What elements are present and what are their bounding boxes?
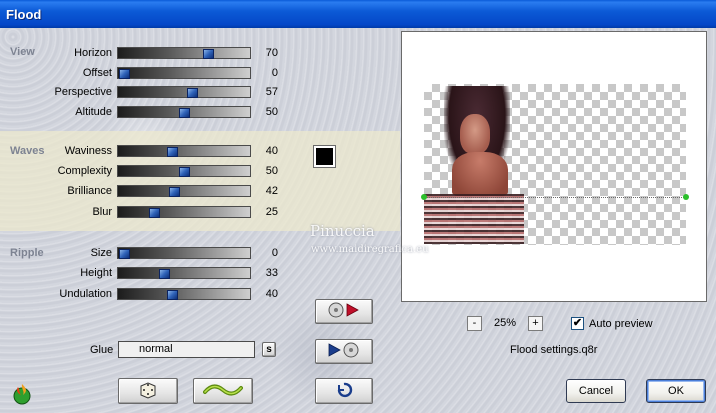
brilliance-label: Brilliance [67, 185, 112, 197]
brilliance-value: 42 [265, 185, 278, 197]
altitude-value: 50 [265, 106, 278, 118]
cancel-button[interactable]: Cancel [566, 379, 626, 403]
slider-row-brilliance: Brilliance 42 [0, 184, 290, 198]
horizon-label: Horizon [74, 47, 112, 59]
complexity-value: 50 [265, 165, 278, 177]
altitude-slider[interactable] [117, 106, 251, 118]
size-slider[interactable] [117, 247, 251, 259]
reset-button[interactable] [193, 378, 253, 404]
arrow-disc-icon [327, 341, 361, 362]
watermark-text: Pinuccia [310, 222, 375, 240]
slider-row-blur: Blur 25 [0, 205, 290, 219]
undulation-slider-thumb[interactable] [167, 290, 178, 300]
slider-row-perspective: Perspective 57 [0, 85, 290, 99]
horizon-handle-right[interactable] [683, 194, 689, 200]
height-label: Height [80, 267, 112, 279]
complexity-label: Complexity [57, 165, 112, 177]
undo-button[interactable] [315, 378, 373, 404]
slider-row-horizon: Horizon 70 [0, 46, 290, 60]
flame-logo-icon [10, 382, 34, 406]
preview-figure-face [460, 114, 490, 154]
brilliance-slider[interactable] [117, 185, 251, 197]
blur-slider[interactable] [117, 206, 251, 218]
window-title: Flood [6, 6, 42, 22]
complexity-slider[interactable] [117, 165, 251, 177]
waviness-slider[interactable] [117, 145, 251, 157]
blur-value: 25 [265, 206, 278, 218]
horizon-line [424, 197, 686, 198]
glue-select-button[interactable]: s [262, 342, 276, 357]
offset-label: Offset [82, 67, 112, 79]
horizon-value: 70 [265, 47, 278, 59]
waviness-label: Waviness [64, 145, 112, 157]
zoom-in-button[interactable]: + [528, 316, 543, 331]
preview-panel [401, 31, 707, 302]
perspective-slider[interactable] [117, 86, 251, 98]
ok-button[interactable]: OK [646, 379, 706, 403]
preview-figure-body [452, 152, 508, 196]
height-slider[interactable] [117, 267, 251, 279]
offset-slider[interactable] [117, 67, 251, 79]
slider-row-offset: Offset 0 [0, 66, 290, 80]
waviness-value: 40 [265, 145, 278, 157]
auto-preview-checkbox[interactable]: ✔ [571, 317, 584, 330]
slider-row-height: Height 33 [0, 266, 290, 280]
dice-icon [138, 380, 158, 403]
waviness-slider-thumb[interactable] [167, 147, 178, 157]
slider-row-altitude: Altitude 50 [0, 105, 290, 119]
glue-select[interactable]: normal [118, 341, 255, 358]
slider-row-complexity: Complexity 50 [0, 164, 290, 178]
preview-water [424, 194, 524, 244]
horizon-slider-thumb[interactable] [203, 49, 214, 59]
auto-preview-label: Auto preview [589, 318, 653, 330]
undulation-label: Undulation [59, 288, 112, 300]
settings-file-name: Flood settings.q8r [510, 344, 598, 356]
glue-label: Glue [90, 344, 114, 356]
brilliance-slider-thumb[interactable] [169, 187, 180, 197]
slider-row-undulation: Undulation 40 [0, 287, 290, 301]
slider-row-waviness: Waviness 40 [0, 144, 290, 158]
save-settings-button[interactable] [315, 339, 373, 364]
offset-slider-thumb[interactable] [119, 69, 130, 79]
blur-label: Blur [92, 206, 112, 218]
size-value: 0 [271, 247, 278, 259]
horizon-slider[interactable] [117, 47, 251, 59]
size-slider-thumb[interactable] [119, 249, 130, 259]
zoom-out-button[interactable]: - [467, 316, 482, 331]
offset-value: 0 [271, 67, 278, 79]
blur-slider-thumb[interactable] [149, 208, 160, 218]
wave-reset-icon [203, 383, 243, 400]
size-label: Size [90, 247, 112, 259]
undo-arrow-icon [335, 381, 353, 402]
disc-arrow-icon [327, 301, 361, 322]
zoom-level: 25% [494, 317, 517, 329]
preview-image [421, 84, 689, 245]
height-slider-thumb[interactable] [159, 269, 170, 279]
slider-row-size: Size 0 [0, 246, 290, 260]
watermark-url: www.maidiregrafica.eu [311, 244, 429, 255]
wave-color-swatch[interactable] [313, 145, 336, 168]
perspective-slider-thumb[interactable] [187, 88, 198, 98]
altitude-slider-thumb[interactable] [179, 108, 190, 118]
perspective-label: Perspective [54, 86, 112, 98]
randomize-button[interactable] [118, 378, 178, 404]
title-bar: Flood [0, 0, 716, 28]
perspective-value: 57 [265, 86, 278, 98]
complexity-slider-thumb[interactable] [179, 167, 190, 177]
horizon-handle-left[interactable] [421, 194, 427, 200]
undulation-value: 40 [265, 288, 278, 300]
height-value: 33 [265, 267, 278, 279]
load-settings-button[interactable] [315, 299, 373, 324]
altitude-label: Altitude [75, 106, 112, 118]
undulation-slider[interactable] [117, 288, 251, 300]
